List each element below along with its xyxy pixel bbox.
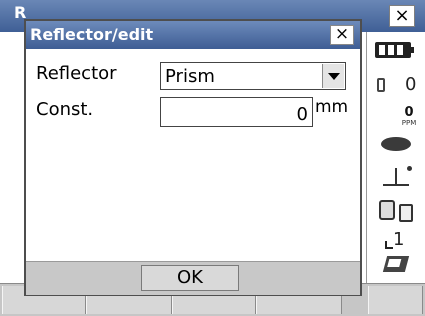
prism-constant-value: 0 — [405, 74, 417, 95]
tilt-icon — [381, 164, 415, 188]
pen-icon — [382, 256, 410, 272]
const-input[interactable]: 0 — [160, 97, 313, 127]
ppm-value: 0 — [404, 105, 414, 120]
ppm-indicator: 0 PPM — [397, 106, 421, 127]
input-mode-value: 1 — [393, 229, 405, 250]
battery-tip — [411, 47, 414, 53]
battery-bar — [379, 45, 385, 55]
target-icon — [381, 137, 411, 151]
communication-icon — [379, 198, 417, 224]
screen: R × 0 0 PPM 1 Reflector/edit × Reflector… — [0, 0, 425, 316]
reflector-select[interactable]: Prism — [160, 62, 346, 90]
dialog-close-button[interactable]: × — [330, 25, 354, 45]
status-panel: 0 0 PPM 1 — [366, 32, 425, 283]
ppm-unit: PPM — [401, 119, 417, 127]
prism-icon — [377, 78, 385, 92]
battery-bar — [388, 45, 394, 55]
reflector-label: Reflector — [36, 63, 117, 84]
softkey[interactable] — [368, 286, 423, 314]
dialog-footer: OK — [26, 261, 360, 295]
input-mode-indicator: 1 — [385, 229, 405, 250]
reflector-edit-dialog: Reflector/edit × Reflector Prism Const. … — [24, 19, 362, 296]
const-unit: mm — [315, 97, 349, 117]
const-label: Const. — [36, 99, 94, 120]
dialog-titlebar: Reflector/edit × — [26, 21, 360, 49]
dialog-title: Reflector/edit — [30, 25, 154, 44]
chevron-down-icon[interactable] — [322, 64, 344, 88]
prism-constant-indicator: 0 — [373, 74, 423, 98]
app-close-button[interactable]: × — [389, 5, 415, 27]
battery-bar — [397, 45, 403, 55]
battery-icon — [375, 42, 414, 58]
reflector-selected-value: Prism — [165, 66, 215, 87]
ok-button[interactable]: OK — [141, 265, 239, 291]
